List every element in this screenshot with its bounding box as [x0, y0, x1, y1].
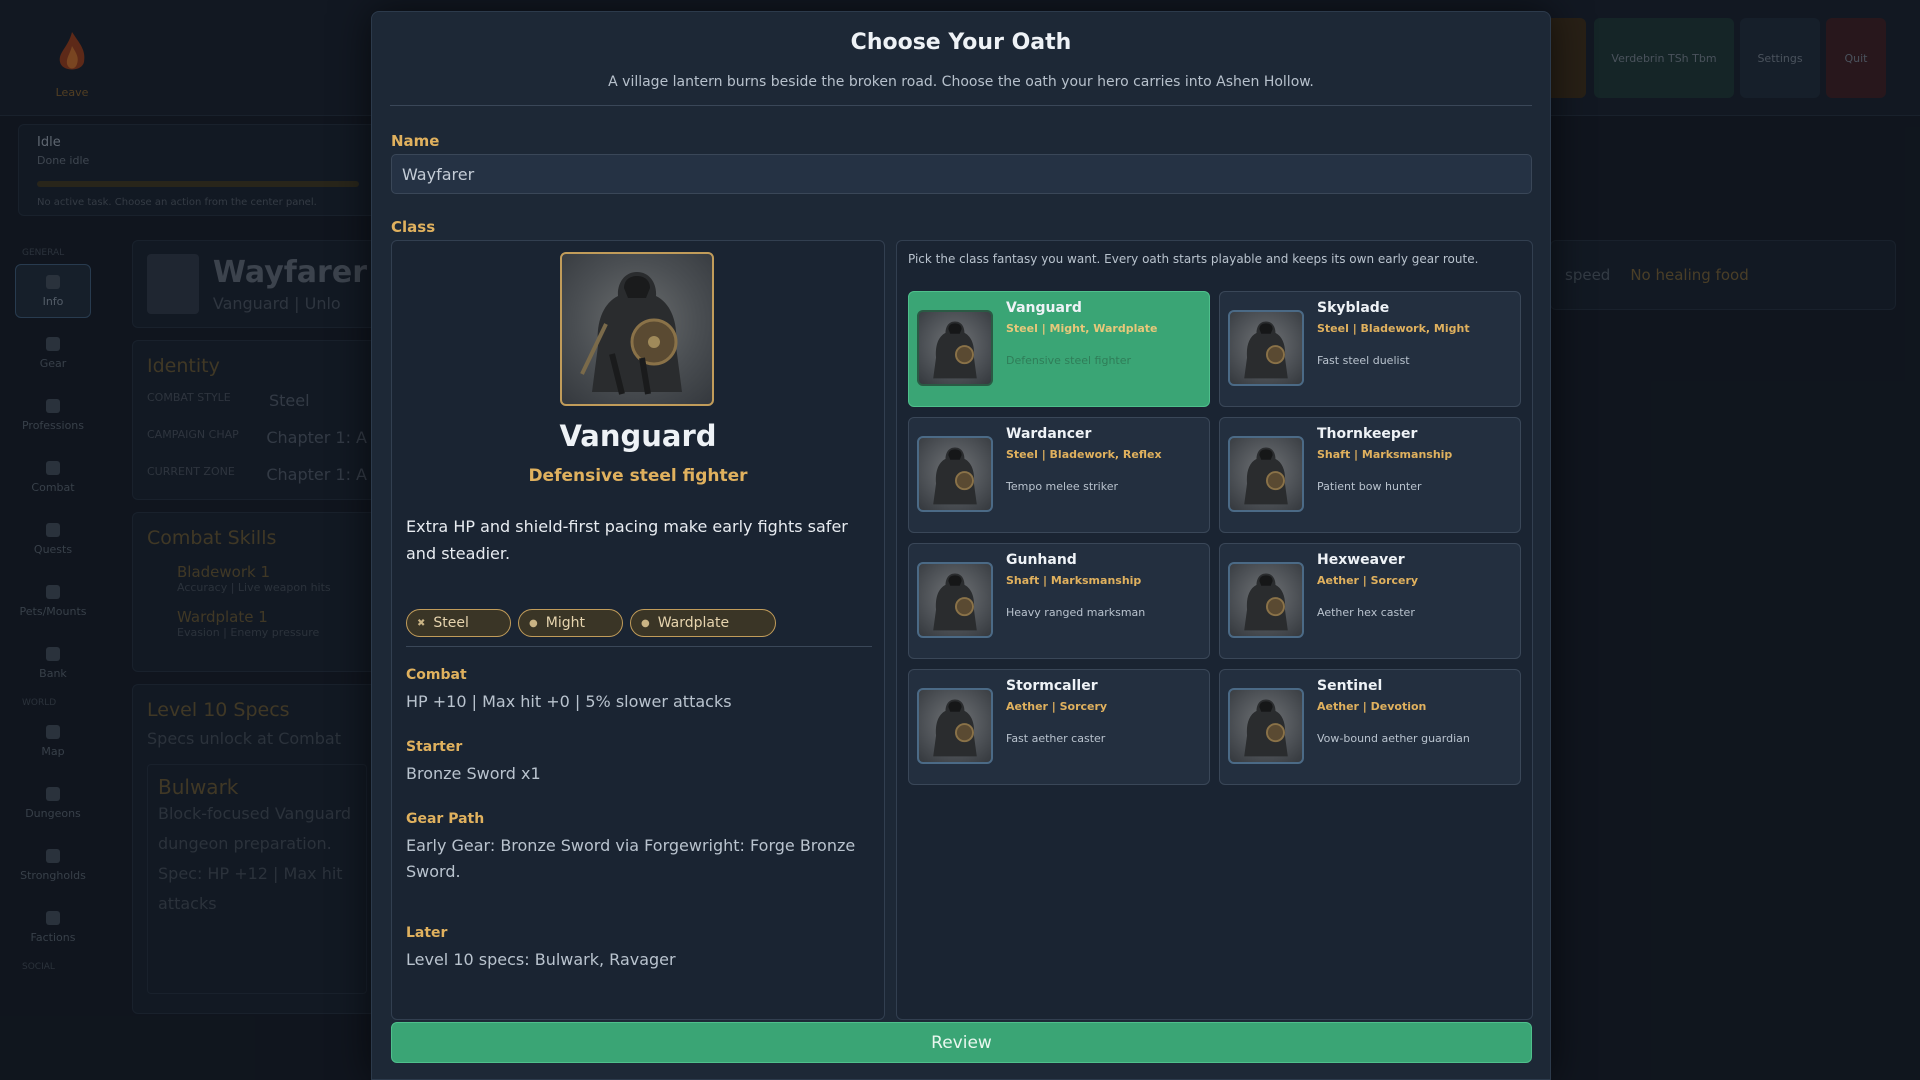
skyblade-portrait-icon	[1228, 310, 1304, 386]
class-grid-panel: Pick the class fantasy you want. Every o…	[896, 240, 1533, 1020]
shield-icon: ●	[641, 617, 650, 629]
section-starter-heading: Starter	[406, 739, 463, 755]
fist-icon: ●	[529, 617, 538, 629]
class-card-sentinel[interactable]: Sentinel Aether | Devotion Vow-bound aet…	[1219, 669, 1521, 785]
wardancer-portrait-icon	[917, 436, 993, 512]
thornkeeper-portrait-icon	[1228, 436, 1304, 512]
chip-wardplate: ● Wardplate	[630, 609, 776, 637]
class-card-skyblade[interactable]: Skyblade Steel | Bladework, Might Fast s…	[1219, 291, 1521, 407]
class-card-gunhand[interactable]: Gunhand Shaft | Marksmanship Heavy range…	[908, 543, 1210, 659]
gunhand-portrait-icon	[917, 562, 993, 638]
stormcaller-portrait-icon	[917, 688, 993, 764]
name-label: Name	[391, 132, 440, 150]
sword-icon: ✖	[417, 617, 426, 629]
class-detail-description: Extra HP and shield-first pacing make ea…	[406, 517, 848, 563]
section-starter-value: Bronze Sword x1	[406, 764, 541, 783]
class-grid-hint: Pick the class fantasy you want. Every o…	[908, 252, 1479, 266]
detail-divider	[406, 646, 872, 647]
class-card-hexweaver[interactable]: Hexweaver Aether | Sorcery Aether hex ca…	[1219, 543, 1521, 659]
modal-divider	[390, 105, 1532, 106]
section-later-heading: Later	[406, 925, 448, 941]
section-combat-heading: Combat	[406, 667, 467, 683]
chip-steel: ✖ Steel	[406, 609, 511, 637]
class-detail-name: Vanguard	[559, 419, 717, 453]
chip-might: ● Might	[518, 609, 623, 637]
modal-subtitle: A village lantern burns beside the broke…	[608, 74, 1314, 90]
vanguard-portrait-icon	[917, 310, 993, 386]
section-combat-value: HP +10 | Max hit +0 | 5% slower attacks	[406, 692, 732, 711]
class-portrait	[560, 252, 714, 406]
class-card-wardancer[interactable]: Wardancer Steel | Bladework, Reflex Temp…	[908, 417, 1210, 533]
review-button[interactable]: Review	[391, 1022, 1532, 1063]
choose-oath-modal: Choose Your Oath A village lantern burns…	[371, 11, 1551, 1080]
name-input[interactable]	[391, 154, 1532, 194]
hexweaver-portrait-icon	[1228, 562, 1304, 638]
class-detail-panel: Vanguard Defensive steel fighter Extra H…	[391, 240, 885, 1020]
class-card-vanguard[interactable]: Vanguard Steel | Might, Wardplate Defens…	[908, 291, 1210, 407]
armored-knight-icon	[580, 272, 682, 395]
class-card-thornkeeper[interactable]: Thornkeeper Shaft | Marksmanship Patient…	[1219, 417, 1521, 533]
class-detail-tagline: Defensive steel fighter	[528, 466, 748, 486]
section-gearpath-heading: Gear Path	[406, 811, 485, 827]
sentinel-portrait-icon	[1228, 688, 1304, 764]
section-later-value: Level 10 specs: Bulwark, Ravager	[406, 950, 676, 969]
class-stat-chips: ✖ Steel ● Might ● Wardplate	[406, 609, 776, 637]
modal-title: Choose Your Oath	[850, 30, 1072, 55]
section-gearpath-value: Early Gear: Bronze Sword via Forgewright…	[406, 836, 856, 881]
class-card-stormcaller[interactable]: Stormcaller Aether | Sorcery Fast aether…	[908, 669, 1210, 785]
class-label: Class	[391, 218, 436, 236]
